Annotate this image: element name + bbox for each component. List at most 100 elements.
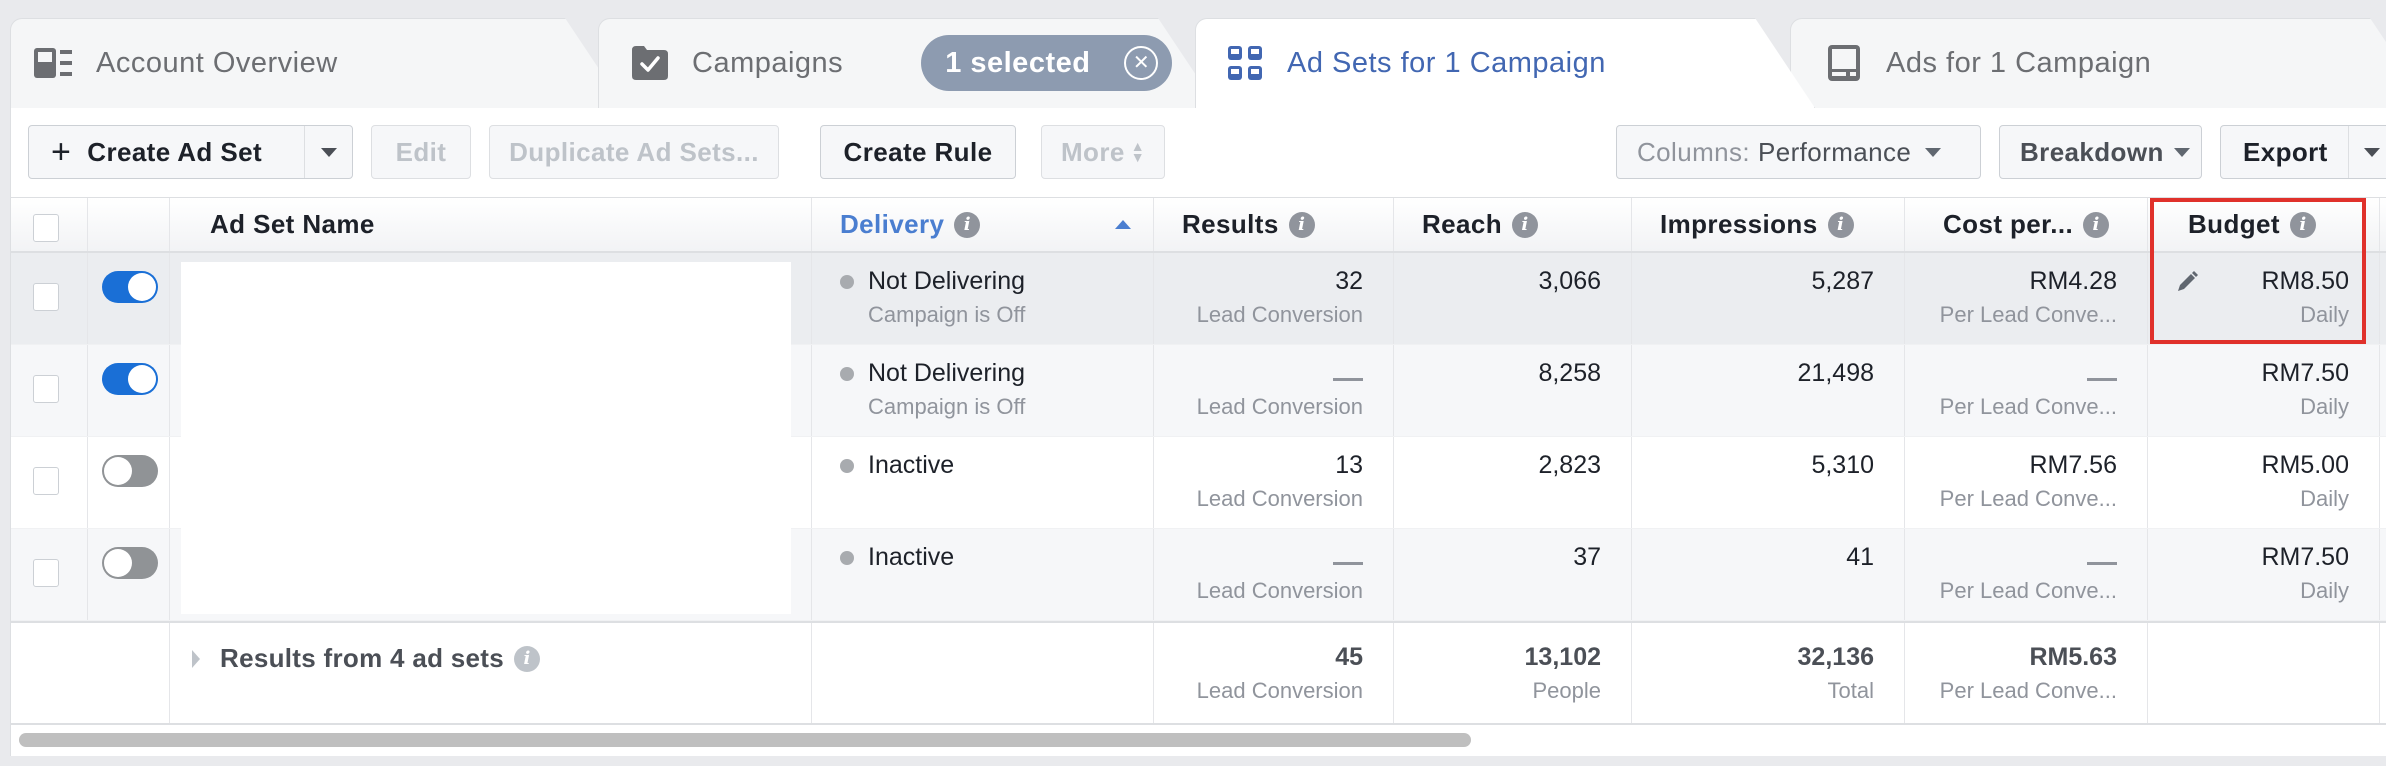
budget-cell: RM8.50 Daily — [2148, 253, 2380, 344]
breakdown-label: Breakdown — [2020, 136, 2164, 167]
tab-label: Campaigns — [692, 46, 844, 79]
column-header-reach[interactable]: Reach i — [1394, 198, 1632, 251]
reach-value: 3,066 — [1538, 267, 1601, 295]
info-icon[interactable]: i — [1827, 211, 1854, 238]
tab-campaigns[interactable]: Campaigns 1 selected ✕ — [598, 18, 1218, 108]
delivery-substatus: Campaign is Off — [868, 394, 1026, 419]
create-rule-label: Create Rule — [843, 136, 993, 167]
results-subtext: Lead Conversion — [1196, 486, 1363, 511]
plus-icon: + — [51, 133, 72, 171]
export-dropdown-button[interactable] — [2347, 126, 2386, 178]
tog-cell — [88, 345, 170, 436]
chk-cell — [11, 437, 88, 528]
horizontal-scrollbar[interactable] — [19, 733, 1471, 747]
info-icon[interactable]: i — [954, 211, 981, 238]
column-header-cost-per[interactable]: Cost per... i — [1905, 198, 2148, 251]
info-icon[interactable]: i — [2289, 211, 2316, 238]
row-checkbox[interactable] — [33, 375, 59, 403]
column-header-delivery[interactable]: Delivery i — [812, 198, 1154, 251]
breakdown-dropdown[interactable]: Breakdown — [1999, 125, 2202, 179]
column-label: Reach — [1422, 209, 1503, 239]
column-header-results[interactable]: Results i — [1154, 198, 1394, 251]
empty-dash — [1333, 561, 1363, 565]
columns-dropdown[interactable]: Columns: Performance — [1616, 125, 1981, 179]
ad-set-toggle[interactable] — [102, 547, 158, 579]
info-icon[interactable]: i — [2083, 211, 2110, 238]
column-header-impressions[interactable]: Impressions i — [1632, 198, 1905, 251]
create-rule-button[interactable]: Create Rule — [820, 125, 1016, 179]
results-subtext: Lead Conversion — [1196, 578, 1363, 603]
results-subtext: Lead Conversion — [1196, 302, 1363, 327]
budget-value[interactable]: RM7.50 — [2148, 543, 2379, 572]
ad-set-toggle[interactable] — [102, 271, 158, 303]
ads-icon — [1824, 43, 1864, 83]
tab-ad-sets[interactable]: Ad Sets for 1 Campaign — [1195, 18, 1815, 108]
select-all-checkbox[interactable] — [33, 214, 59, 242]
status-dot-icon — [840, 274, 854, 289]
totals-delivery — [812, 623, 1154, 723]
create-ad-set-label: Create Ad Set — [87, 136, 262, 167]
cost-value — [1905, 543, 2147, 572]
cost-cell: Per Lead Conve... — [1905, 529, 2148, 620]
ad-set-toggle[interactable] — [102, 363, 158, 395]
impressions-value: 21,498 — [1797, 359, 1874, 387]
budget-subtext: Daily — [2300, 486, 2349, 511]
row-checkbox[interactable] — [33, 467, 59, 495]
column-label: Budget — [2188, 209, 2280, 239]
tab-ads[interactable]: Ads for 1 Campaign — [1790, 18, 2386, 108]
export-button[interactable]: Export — [2220, 125, 2386, 179]
row-checkbox[interactable] — [33, 283, 59, 311]
delivery-cell: Inactive — [812, 437, 1154, 528]
delivery-status: Inactive — [840, 451, 1153, 480]
duplicate-label: Duplicate Ad Sets... — [509, 136, 759, 167]
info-icon[interactable]: i — [1512, 211, 1539, 238]
delivery-status-label: Not Delivering — [868, 267, 1026, 295]
results-cell: Lead Conversion — [1154, 529, 1394, 620]
create-dropdown-button[interactable] — [304, 126, 352, 178]
edit-button[interactable]: Edit — [371, 125, 471, 179]
more-button[interactable]: More ▲ ▼ — [1041, 125, 1165, 179]
totals-label: Results from 4 ad sets — [220, 643, 505, 673]
totals-label-cell[interactable]: Results from 4 ad sets i — [170, 623, 812, 723]
delivery-status: Not Delivering — [840, 267, 1153, 296]
create-ad-set-button[interactable]: + Create Ad Set — [28, 125, 353, 179]
reach-cell: 37 — [1394, 529, 1632, 620]
campaign-folder-check-icon — [630, 43, 670, 83]
impressions-value: 41 — [1846, 543, 1874, 571]
table-header: Ad Set Name Delivery i Results i Reach i… — [11, 197, 2386, 253]
results-value: 32 — [1335, 267, 1363, 295]
delivery-substatus: Campaign is Off — [868, 302, 1026, 327]
duplicate-ad-sets-button[interactable]: Duplicate Ad Sets... — [489, 125, 779, 179]
chevron-down-icon — [2173, 147, 2190, 157]
tab-bar: Account Overview Campaigns 1 selected ✕ … — [0, 0, 2386, 108]
toggle-header-cell — [88, 198, 170, 251]
results-value — [1154, 543, 1393, 572]
info-icon[interactable]: i — [514, 645, 541, 672]
chevron-down-icon — [320, 147, 337, 157]
budget-subtext: Daily — [2300, 394, 2349, 419]
row-checkbox[interactable] — [33, 559, 59, 587]
more-label: More — [1061, 136, 1125, 167]
tab-account-overview[interactable]: Account Overview — [10, 18, 625, 108]
column-header-budget[interactable]: Budget i — [2148, 198, 2380, 251]
tab-label: Account Overview — [96, 46, 338, 79]
delivery-cell: Inactive — [812, 529, 1154, 620]
cost-cell: RM4.28 Per Lead Conve... — [1905, 253, 2148, 344]
info-icon[interactable]: i — [1288, 211, 1315, 238]
redacted-ad-set-names — [181, 262, 791, 614]
clear-selection-icon[interactable]: ✕ — [1124, 46, 1159, 80]
delivery-cell: Not Delivering Campaign is Off — [812, 253, 1154, 344]
toggle-knob — [104, 457, 132, 485]
budget-value[interactable]: RM5.00 — [2148, 451, 2379, 480]
column-header-name[interactable]: Ad Set Name — [170, 198, 812, 251]
selection-pill[interactable]: 1 selected ✕ — [921, 35, 1173, 91]
budget-value[interactable]: RM7.50 — [2148, 359, 2379, 388]
ad-set-toggle[interactable] — [102, 455, 158, 487]
cost-value — [1905, 359, 2147, 388]
tog-cell — [88, 253, 170, 344]
expand-caret-icon[interactable] — [192, 649, 200, 668]
totals-row: Results from 4 ad sets i 45 Lead Convers… — [11, 621, 2386, 725]
totals-cost: RM5.63 Per Lead Conve... — [1905, 623, 2148, 723]
edit-pencil-icon[interactable] — [2176, 271, 2198, 298]
cost-value: RM7.56 — [2029, 451, 2117, 479]
